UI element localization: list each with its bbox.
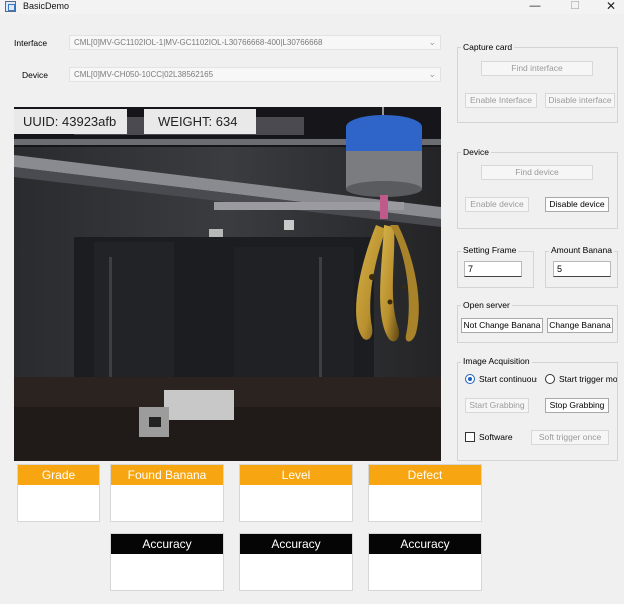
level-accuracy-title: Accuracy — [240, 534, 352, 554]
chevron-down-icon: ⌄ — [428, 69, 436, 79]
level-card: Level — [239, 464, 353, 522]
interface-value: CML[0]MV-GC1102IOL-1|MV-GC1102IOL-L30766… — [74, 38, 323, 47]
found-banana-card-title: Found Banana — [111, 465, 223, 485]
start-continuous-radio[interactable] — [465, 374, 475, 384]
level-card-title: Level — [240, 465, 352, 485]
device-value: CML[0]MV-CH050-10CC|02L38562165 — [74, 70, 214, 79]
amount-banana-title: Amount Banana — [549, 245, 614, 255]
enable-device-button[interactable]: Enable device — [465, 197, 529, 212]
software-checkbox[interactable] — [465, 432, 475, 442]
found-banana-accuracy-title: Accuracy — [111, 534, 223, 554]
stop-grabbing-button[interactable]: Stop Grabbing — [545, 398, 609, 413]
open-server-title: Open server — [461, 300, 512, 310]
capture-card-title: Capture card — [461, 42, 515, 52]
maximize-button[interactable]: ☐ — [560, 0, 590, 14]
device-select[interactable]: CML[0]MV-CH050-10CC|02L38562165 ⌄ — [69, 67, 441, 82]
soft-trigger-once-button[interactable]: Soft trigger once — [531, 430, 609, 445]
interface-label: Interface — [14, 38, 48, 48]
software-label: Software — [479, 432, 513, 442]
find-device-button[interactable]: Find device — [481, 165, 593, 180]
found-banana-accuracy-card: Accuracy — [110, 533, 224, 591]
app-icon — [5, 1, 16, 12]
level-accuracy-card: Accuracy — [239, 533, 353, 591]
device-group-title: Device — [461, 147, 491, 157]
start-grabbing-button[interactable]: Start Grabbing — [465, 398, 529, 413]
found-banana-card: Found Banana — [110, 464, 224, 522]
start-continuous-label: Start continuous — [479, 374, 537, 384]
weight-label: WEIGHT: 634 — [144, 109, 256, 134]
grade-card-title: Grade — [18, 465, 99, 485]
disable-interface-button[interactable]: Disable interface — [545, 93, 615, 108]
capture-card-group — [457, 47, 618, 123]
enable-interface-button[interactable]: Enable Interface — [465, 93, 537, 108]
uuid-label: UUID: 43923afb — [14, 109, 127, 134]
change-banana-button[interactable]: Change Banana — [547, 318, 613, 333]
chevron-down-icon: ⌄ — [428, 37, 436, 47]
close-button[interactable]: ✕ — [596, 0, 624, 14]
find-interface-button[interactable]: Find interface — [481, 61, 593, 76]
interface-select[interactable]: CML[0]MV-GC1102IOL-1|MV-GC1102IOL-L30766… — [69, 35, 441, 50]
defect-card-title: Defect — [369, 465, 481, 485]
camera-view: UUID: 43923afb WEIGHT: 634 — [14, 107, 441, 461]
window-title: BasicDemo — [23, 1, 70, 11]
title-bar: BasicDemo — ☐ ✕ — [0, 0, 624, 14]
device-label: Device — [22, 70, 48, 80]
minimize-button[interactable]: — — [520, 0, 550, 14]
grade-card: Grade — [17, 464, 100, 522]
setting-frame-title: Setting Frame — [461, 245, 519, 255]
not-change-banana-button[interactable]: Not Change Banana — [461, 318, 543, 333]
start-trigger-label: Start trigger mode — [559, 374, 617, 384]
disable-device-button[interactable]: Disable device — [545, 197, 609, 212]
amount-banana-input[interactable]: 5 — [553, 261, 611, 277]
image-acquisition-title: Image Acquisition — [461, 356, 532, 366]
device-group — [457, 152, 618, 229]
defect-accuracy-title: Accuracy — [369, 534, 481, 554]
defect-accuracy-card: Accuracy — [368, 533, 482, 591]
setting-frame-input[interactable]: 7 — [464, 261, 522, 277]
start-trigger-radio[interactable] — [545, 374, 555, 384]
defect-card: Defect — [368, 464, 482, 522]
camera-frame-image — [14, 107, 441, 461]
